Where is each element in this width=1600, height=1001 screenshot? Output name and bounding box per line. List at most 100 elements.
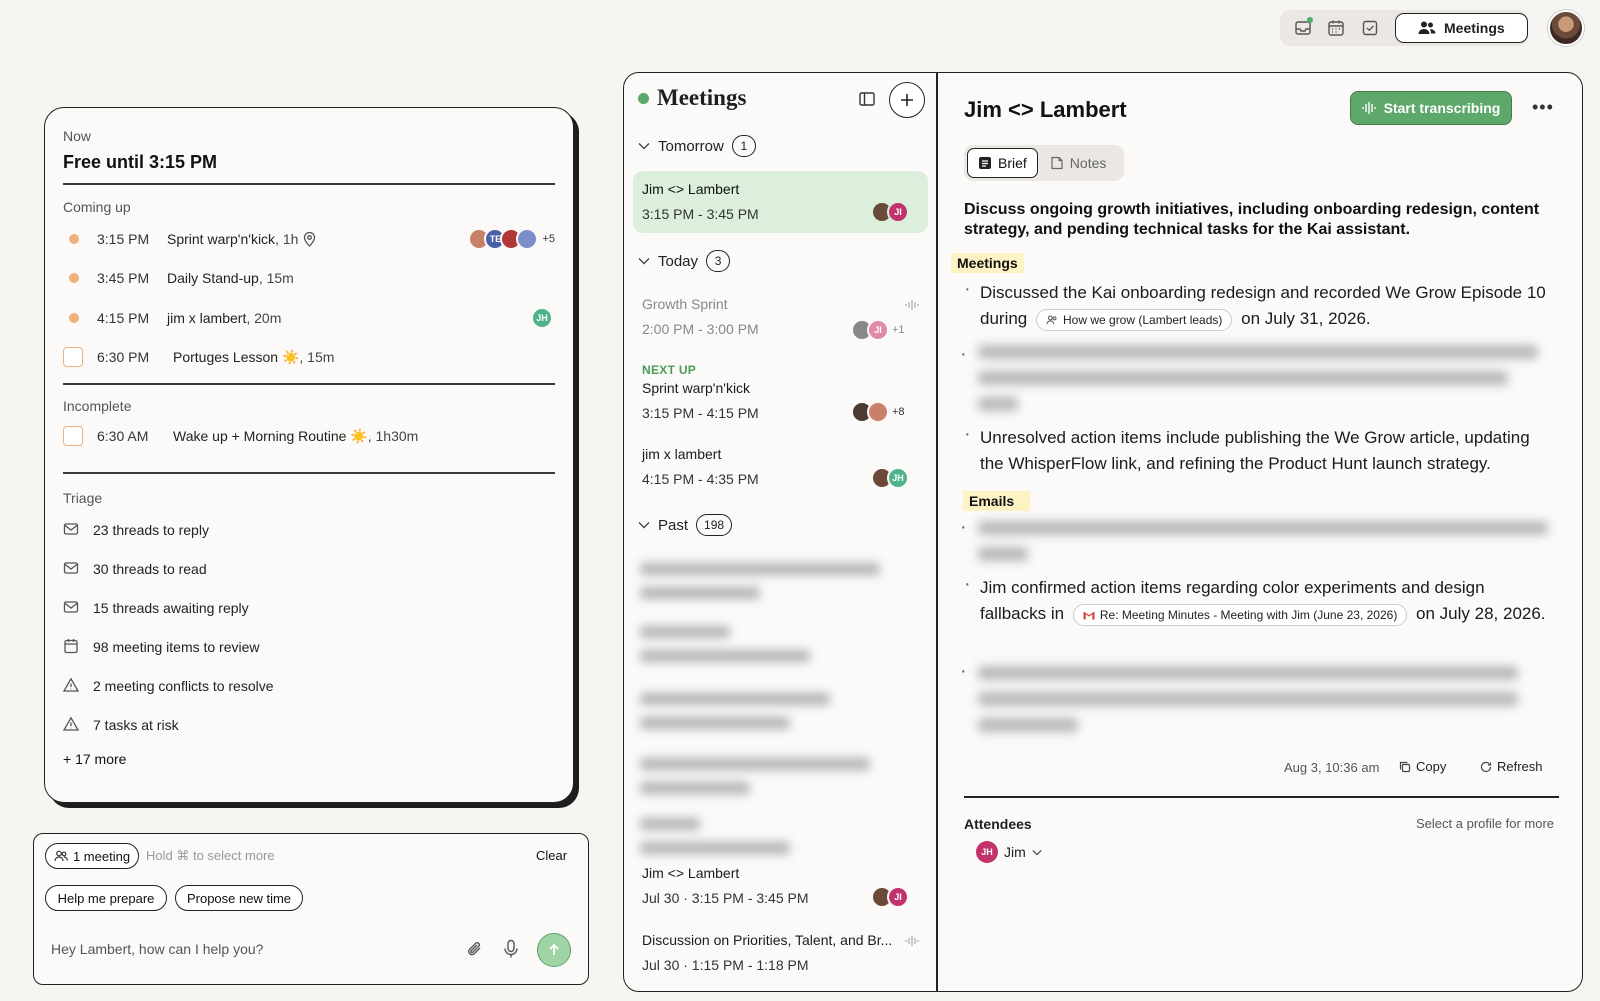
refresh-label: Refresh <box>1497 759 1543 774</box>
attendee-avatars: JH <box>871 467 909 489</box>
avatar: JI <box>867 319 889 341</box>
more-attendees-count: +5 <box>542 233 555 245</box>
send-button[interactable] <box>537 933 571 967</box>
bullet-marker: · <box>960 343 967 365</box>
coming-up-item[interactable]: 6:30 PM Portuges Lesson ☀️ , 15m <box>63 345 555 369</box>
waveform-icon <box>1361 101 1376 115</box>
help-me-prepare-button[interactable]: Help me prepare <box>45 885 167 911</box>
attendee-avatars[interactable]: TE +5 <box>468 228 555 250</box>
people-icon <box>1418 20 1436 36</box>
warning-icon <box>63 716 81 734</box>
triage-text: 23 threads to reply <box>93 522 209 538</box>
triage-item[interactable]: 7 tasks at risk <box>63 713 179 737</box>
copy-label: Copy <box>1416 759 1447 774</box>
user-avatar[interactable] <box>1548 10 1584 46</box>
meeting-detail-title: Jim <> Lambert <box>964 97 1127 122</box>
top-toolbar: Meetings <box>1280 10 1528 46</box>
triage-text: 15 threads awaiting reply <box>93 600 249 616</box>
event-dot <box>69 313 79 323</box>
brief-icon <box>978 156 992 170</box>
location-icon <box>303 231 316 247</box>
propose-new-time-button[interactable]: Propose new time <box>175 885 303 911</box>
past-section-header[interactable]: Past 198 <box>638 514 733 536</box>
event-title: Daily Stand-up <box>167 270 259 286</box>
meeting-name: jim x lambert <box>642 446 722 462</box>
emails-heading: Emails <box>963 491 1031 511</box>
more-options-icon[interactable]: ••• <box>1532 97 1554 118</box>
tab-label: Brief <box>998 155 1027 171</box>
event-time: 3:15 PM <box>97 231 150 247</box>
task-checkbox[interactable] <box>63 426 83 446</box>
attendee-selector[interactable]: JH Jim <box>976 841 1042 863</box>
gmail-icon <box>1083 610 1095 620</box>
blurred-meeting-item <box>640 563 920 611</box>
tab-notes[interactable]: Notes <box>1040 148 1117 178</box>
divider <box>63 383 555 385</box>
event-dot <box>69 273 79 283</box>
start-transcribing-button[interactable]: Start transcribing <box>1350 91 1512 125</box>
warning-icon <box>63 677 81 695</box>
blurred-bullet <box>978 521 1548 573</box>
calendar-icon[interactable] <box>1326 17 1348 39</box>
triage-item[interactable]: 23 threads to reply <box>63 518 209 542</box>
attendee-avatars: JI <box>871 201 909 223</box>
meeting-reference-chip[interactable]: How we grow (Lambert leads) <box>1036 308 1233 331</box>
blurred-bullet <box>978 345 1538 423</box>
email-reference-chip[interactable]: Re: Meeting Minutes - Meeting with Jim (… <box>1072 603 1408 626</box>
chevron-down-icon <box>638 521 650 529</box>
triage-item[interactable]: 98 meeting items to review <box>63 635 260 659</box>
new-meeting-button[interactable] <box>889 82 925 118</box>
avatar <box>516 228 539 250</box>
chevron-down-icon <box>638 257 650 265</box>
meetings-button-label: Meetings <box>1444 20 1505 36</box>
chevron-down-icon <box>1032 849 1042 856</box>
coming-up-item[interactable]: 4:15 PM jim x lambert , 20m JH <box>63 306 555 330</box>
coming-up-item[interactable]: 3:15 PM Sprint warp'n'kick , 1h TE +5 <box>63 227 555 251</box>
meeting-item[interactable]: Discussion on Priorities, Talent, and Br… <box>642 932 902 973</box>
notes-icon <box>1050 156 1064 170</box>
tomorrow-section-header[interactable]: Tomorrow 1 <box>638 135 756 157</box>
attach-icon[interactable] <box>466 940 484 958</box>
divider <box>63 472 555 474</box>
refresh-icon <box>1480 761 1492 773</box>
meetings-panel: Meetings Tomorrow 1 Jim <> Lambert 3:15 … <box>623 72 1583 992</box>
meeting-name: Sprint warp'n'kick <box>642 380 751 396</box>
task-checkbox[interactable] <box>63 347 83 367</box>
inbox-icon[interactable] <box>1292 17 1314 39</box>
waveform-icon <box>905 299 919 311</box>
meetings-button[interactable]: Meetings <box>1394 13 1528 43</box>
divider <box>63 183 555 185</box>
show-more-link[interactable]: + 17 more <box>63 751 126 767</box>
brief-bullet: Jim confirmed action items regarding col… <box>964 571 1554 627</box>
clear-button[interactable]: Clear <box>536 848 567 863</box>
attendee-name: Jim <box>1004 844 1026 860</box>
detail-tabs: Brief Notes <box>964 145 1124 181</box>
selected-meeting-pill[interactable]: 1 meeting <box>45 843 139 869</box>
event-time: 4:15 PM <box>97 310 150 326</box>
refresh-button[interactable]: Refresh <box>1480 759 1543 774</box>
tab-brief[interactable]: Brief <box>967 148 1038 178</box>
more-attendees-count: +8 <box>892 406 905 418</box>
incomplete-item[interactable]: 6:30 AM Wake up + Morning Routine ☀️ , 1… <box>63 424 555 448</box>
copy-button[interactable]: Copy <box>1399 759 1446 774</box>
triage-item[interactable]: 15 threads awaiting reply <box>63 596 249 620</box>
sidebar-toggle-icon[interactable] <box>859 92 875 106</box>
meeting-name: Growth Sprint <box>642 296 728 312</box>
mail-icon <box>63 560 81 578</box>
section-label: Past <box>658 516 689 534</box>
task-time: 6:30 AM <box>97 428 149 444</box>
today-section-header[interactable]: Today 3 <box>638 250 731 272</box>
meeting-item-selected[interactable]: Jim <> Lambert 3:15 PM - 3:45 PM JI <box>633 171 928 233</box>
mail-icon <box>63 521 81 539</box>
avatar: JH <box>976 841 998 863</box>
triage-item[interactable]: 2 meeting conflicts to resolve <box>63 674 274 698</box>
microphone-icon[interactable] <box>503 939 519 959</box>
triage-item[interactable]: 30 threads to read <box>63 557 207 581</box>
chat-input[interactable]: Hey Lambert, how can I help you? <box>51 941 263 957</box>
people-icon <box>1046 315 1058 325</box>
checkbox-icon[interactable] <box>1359 17 1381 39</box>
blurred-meeting-item <box>640 693 920 741</box>
event-duration: , 20m <box>246 310 282 326</box>
coming-up-item[interactable]: 3:45 PM Daily Stand-up , 15m <box>63 266 555 290</box>
event-time: 6:30 PM <box>97 349 150 365</box>
